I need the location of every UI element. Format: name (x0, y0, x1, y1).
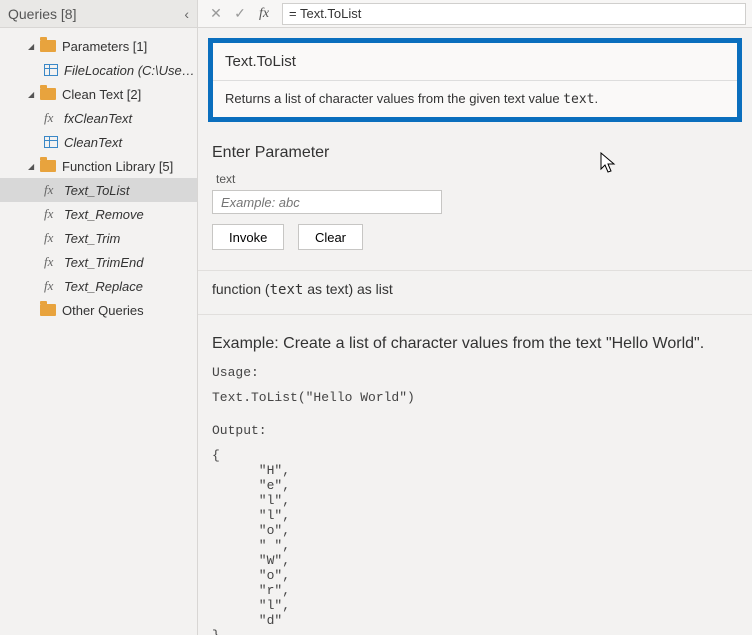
folder-label: Clean Text [2] (62, 87, 197, 102)
queries-sidebar: ◢ Parameters [1] FileLocation (C:\Users\L.… (0, 28, 198, 635)
folder-icon (40, 304, 56, 316)
fx-icon: fx (44, 278, 60, 294)
fx-icon: fx (44, 230, 60, 246)
confirm-icon[interactable]: ✓ (228, 3, 252, 25)
main-content: Text.ToList Returns a list of character … (198, 28, 752, 635)
example-heading: Example: Create a list of character valu… (198, 325, 752, 359)
query-item-label: Text_TrimEnd (64, 255, 197, 270)
usage-code: Text.ToList("Hello World") (198, 386, 752, 409)
collapse-icon[interactable]: ‹ (184, 6, 189, 22)
invoke-button[interactable]: Invoke (212, 224, 284, 250)
table-icon (44, 136, 58, 148)
fx-icon[interactable]: fx (252, 3, 276, 25)
clear-button[interactable]: Clear (298, 224, 363, 250)
folder-icon (40, 160, 56, 172)
usage-label: Usage: (198, 361, 752, 384)
query-item-label: Text_Replace (64, 279, 197, 294)
output-code: { "H", "e", "l", "l", "o", " ", "W", "o"… (198, 444, 752, 635)
query-item-label: Text_Remove (64, 207, 197, 222)
param-text-input[interactable] (212, 190, 442, 214)
queries-pane-header: Queries [8] ‹ (0, 0, 198, 28)
folder-icon (40, 88, 56, 100)
fx-icon: fx (44, 254, 60, 270)
output-label: Output: (198, 419, 752, 442)
folder-function-library-5-[interactable]: ◢ Function Library [5] (0, 154, 197, 178)
query-item-label: Text_ToList (64, 183, 197, 198)
cancel-icon[interactable]: ✕ (204, 3, 228, 25)
function-signature: function (text as text) as list (198, 281, 752, 304)
function-description: Returns a list of character values from … (225, 91, 725, 107)
query-item-label: fxCleanText (64, 111, 197, 126)
param-name-label: text (216, 172, 734, 186)
folder-clean-text-2-[interactable]: ◢ Clean Text [2] (0, 82, 197, 106)
queries-pane-title: Queries [8] (8, 6, 76, 22)
chevron-down-icon[interactable]: ◢ (28, 90, 40, 99)
folder-icon (40, 40, 56, 52)
chevron-down-icon[interactable]: ◢ (28, 162, 40, 171)
fx-icon: fx (44, 110, 60, 126)
chevron-down-icon[interactable]: ◢ (28, 42, 40, 51)
formula-input[interactable] (282, 3, 746, 25)
folder-parameters-1-[interactable]: ◢ Parameters [1] (0, 34, 197, 58)
query-item-text-remove[interactable]: fx Text_Remove (0, 202, 197, 226)
fx-icon: fx (44, 206, 60, 222)
folder-label: Parameters [1] (62, 39, 197, 54)
formula-bar: ✕ ✓ fx (198, 0, 752, 28)
folder-label: Other Queries (62, 303, 197, 318)
query-item-text-replace[interactable]: fx Text_Replace (0, 274, 197, 298)
query-item-label: FileLocation (C:\Users\L... (64, 63, 197, 78)
function-title: Text.ToList (225, 53, 725, 70)
query-item-text-trimend[interactable]: fx Text_TrimEnd (0, 250, 197, 274)
query-item-cleantext[interactable]: CleanText (0, 130, 197, 154)
fx-icon: fx (44, 182, 60, 198)
query-item-fxcleantext[interactable]: fx fxCleanText (0, 106, 197, 130)
query-item-filelocation-c-users-l-[interactable]: FileLocation (C:\Users\L... (0, 58, 197, 82)
query-item-label: Text_Trim (64, 231, 197, 246)
query-item-text-tolist[interactable]: fx Text_ToList (0, 178, 197, 202)
function-doc-box: Text.ToList Returns a list of character … (208, 38, 742, 122)
folder-label: Function Library [5] (62, 159, 197, 174)
query-item-label: CleanText (64, 135, 197, 150)
query-item-text-trim[interactable]: fx Text_Trim (0, 226, 197, 250)
enter-parameter-heading: Enter Parameter (212, 144, 738, 162)
folder-other-queries[interactable]: Other Queries (0, 298, 197, 322)
table-icon (44, 64, 58, 76)
